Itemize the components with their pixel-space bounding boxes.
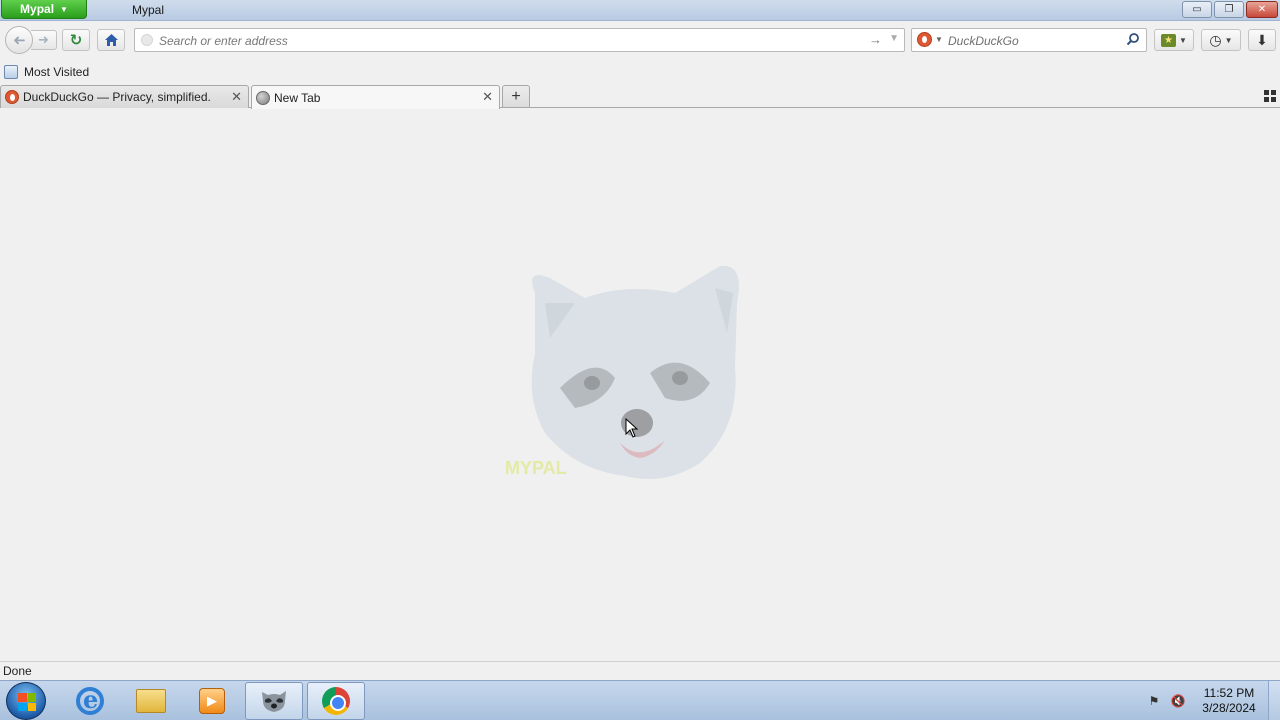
taskbar-clock[interactable]: 11:52 PM 3/28/2024 bbox=[1196, 686, 1262, 716]
tab-strip: DuckDuckGo — Privacy, simplified. ✕ New … bbox=[0, 84, 1280, 109]
folder-icon bbox=[136, 689, 166, 713]
search-bar: ▼ bbox=[911, 28, 1147, 52]
taskbar-media-player[interactable]: ▶ bbox=[183, 682, 241, 720]
status-text: Done bbox=[3, 664, 32, 678]
back-button[interactable]: ➜ bbox=[5, 26, 33, 54]
navigation-toolbar: ➜ ➜ ↻ → ▼ ▼ ★ ▼ ◷ ▼ ⬇ bbox=[0, 21, 1280, 60]
downloads-button[interactable]: ⬇ bbox=[1248, 29, 1276, 51]
volume-muted-icon[interactable]: 🔇 bbox=[1170, 694, 1186, 708]
bookmarks-toolbar: Most Visited bbox=[0, 60, 1280, 84]
globe-icon bbox=[256, 90, 270, 105]
chevron-down-icon: ▼ bbox=[60, 4, 68, 14]
address-bar: → ▼ bbox=[134, 28, 905, 52]
home-button[interactable] bbox=[97, 29, 125, 51]
download-arrow-icon: ⬇ bbox=[1256, 31, 1268, 48]
action-center-icon[interactable]: ⚑ bbox=[1146, 694, 1162, 708]
raccoon-logo: MYPAL bbox=[505, 265, 739, 480]
windows-logo-icon bbox=[18, 693, 36, 711]
duckduckgo-icon bbox=[5, 90, 19, 104]
restore-button[interactable]: ❐ bbox=[1214, 1, 1244, 18]
chrome-icon bbox=[322, 687, 350, 715]
mouse-pointer-icon bbox=[625, 418, 639, 438]
taskbar: ▶ ⚑ 🔇 11:52 PM 3/28/2024 bbox=[0, 680, 1280, 720]
minimize-icon: ▭ bbox=[1192, 4, 1202, 15]
title-bar: Mypal ▼ Mypal ▭ ❐ ✕ bbox=[0, 0, 1280, 21]
app-menu-button[interactable]: Mypal ▼ bbox=[1, 0, 87, 19]
window-title: Mypal bbox=[132, 3, 165, 17]
media-player-icon: ▶ bbox=[199, 688, 225, 714]
internet-explorer-icon bbox=[76, 685, 104, 715]
page-content: MYPAL bbox=[0, 108, 1280, 661]
duckduckgo-icon bbox=[917, 32, 932, 47]
tab-title: New Tab bbox=[274, 90, 321, 105]
chevron-down-icon: ▼ bbox=[1179, 35, 1187, 45]
taskbar-internet-explorer[interactable] bbox=[61, 682, 119, 720]
forward-arrow-icon: ➜ bbox=[38, 32, 49, 47]
restore-icon: ❐ bbox=[1224, 4, 1234, 15]
chevron-down-icon: ▼ bbox=[935, 35, 943, 44]
clock-date: 3/28/2024 bbox=[1202, 701, 1256, 715]
raccoon-icon bbox=[262, 691, 286, 712]
status-bar: Done bbox=[0, 661, 1280, 680]
magnifier-icon[interactable] bbox=[1126, 32, 1140, 46]
back-forward-group: ➜ ➜ bbox=[5, 26, 58, 54]
start-button[interactable] bbox=[6, 682, 46, 720]
home-icon bbox=[104, 34, 118, 46]
close-button[interactable]: ✕ bbox=[1246, 1, 1278, 18]
tab-title: DuckDuckGo — Privacy, simplified. bbox=[23, 90, 211, 104]
app-menu-label: Mypal bbox=[20, 2, 55, 16]
new-tab-button[interactable]: + bbox=[502, 85, 530, 107]
close-icon: ✕ bbox=[1257, 4, 1267, 15]
history-clock-icon: ◷ bbox=[1209, 31, 1222, 48]
show-desktop-button[interactable] bbox=[1268, 681, 1280, 720]
faded-logo-text: MYPAL bbox=[505, 458, 567, 478]
plus-icon: + bbox=[511, 87, 521, 105]
history-button[interactable]: ◷ ▼ bbox=[1201, 29, 1241, 51]
close-tab-icon[interactable]: ✕ bbox=[482, 89, 493, 105]
reload-button[interactable]: ↻ bbox=[62, 29, 90, 51]
taskbar-mypal-browser[interactable] bbox=[245, 682, 303, 720]
site-identity-icon[interactable] bbox=[141, 34, 153, 46]
address-input[interactable] bbox=[159, 32, 859, 49]
bookmarks-icon: ★ bbox=[1161, 33, 1177, 47]
window-controls: ▭ ❐ ✕ bbox=[1182, 1, 1278, 18]
clock-time: 11:52 PM bbox=[1203, 686, 1255, 700]
tab-duckduckgo[interactable]: DuckDuckGo — Privacy, simplified. ✕ bbox=[0, 85, 249, 108]
back-arrow-icon: ➜ bbox=[12, 32, 26, 49]
search-input[interactable] bbox=[948, 32, 1118, 49]
minimize-button[interactable]: ▭ bbox=[1182, 1, 1212, 18]
forward-button[interactable]: ➜ bbox=[31, 30, 57, 50]
bookmark-most-visited[interactable]: Most Visited bbox=[24, 65, 89, 79]
tab-new-tab[interactable]: New Tab ✕ bbox=[251, 85, 500, 109]
search-engine-selector[interactable]: ▼ bbox=[917, 32, 943, 47]
taskbar-chrome[interactable] bbox=[307, 682, 365, 720]
go-arrow-icon[interactable]: → bbox=[869, 32, 882, 47]
bookmark-folder-icon bbox=[4, 65, 18, 79]
bookmarks-menu-button[interactable]: ★ ▼ bbox=[1154, 29, 1194, 51]
system-tray: ⚑ 🔇 bbox=[1146, 681, 1186, 720]
chevron-down-icon[interactable]: ▼ bbox=[889, 33, 899, 44]
list-all-tabs-button[interactable] bbox=[1264, 90, 1276, 102]
close-tab-icon[interactable]: ✕ bbox=[231, 89, 242, 105]
taskbar-file-explorer[interactable] bbox=[122, 682, 180, 720]
reload-icon: ↻ bbox=[69, 32, 83, 49]
chevron-down-icon: ▼ bbox=[1224, 35, 1233, 45]
